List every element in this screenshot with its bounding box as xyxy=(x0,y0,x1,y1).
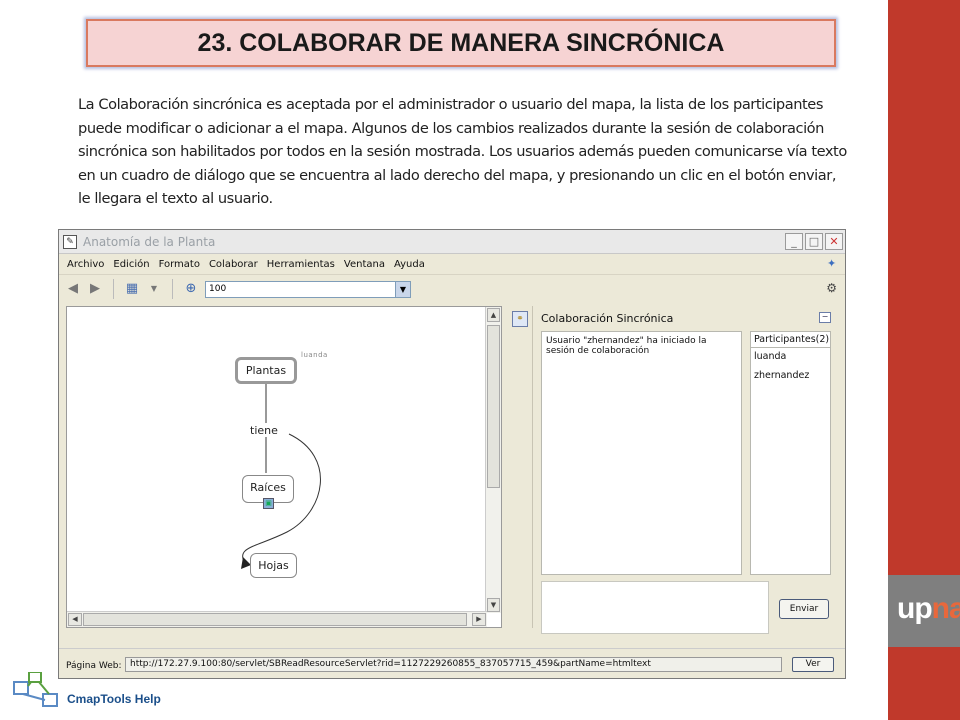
zoom-icon[interactable]: ⊕ xyxy=(183,281,199,297)
message-input[interactable] xyxy=(541,581,769,634)
participants-header: Participantes(2) xyxy=(751,332,830,348)
cmaptools-logo: CmapTools Help xyxy=(13,672,163,716)
app-icon: ✎ xyxy=(63,234,77,249)
panel-strip: ⚭ xyxy=(509,306,533,628)
minimize-button[interactable]: _ xyxy=(785,233,803,250)
menu-colaborar[interactable]: Colaborar xyxy=(209,259,258,270)
collaboration-icon[interactable]: ⚭ xyxy=(512,311,528,327)
participant-item[interactable]: zhernandez xyxy=(751,362,830,381)
scroll-up-icon[interactable]: ▲ xyxy=(487,308,500,322)
menu-formato[interactable]: Formato xyxy=(159,259,200,270)
url-field[interactable]: http://172.27.9.100:80/servlet/SBReadRes… xyxy=(125,657,782,672)
scroll-thumb[interactable] xyxy=(83,613,467,626)
scroll-thumb[interactable] xyxy=(487,325,500,488)
status-bar: Página Web: http://172.27.9.100:80/servl… xyxy=(59,648,845,678)
cmaptools-logo-text: CmapTools Help xyxy=(67,692,161,706)
participants-list: Participantes(2) luanda zhernandez xyxy=(750,331,831,575)
forward-arrow-icon[interactable]: ▶ xyxy=(87,281,103,297)
collaboration-title: Colaboración Sincrónica xyxy=(541,312,674,325)
slide-title-box: 23. COLABORAR DE MANERA SINCRÓNICA xyxy=(86,19,836,67)
send-button[interactable]: Enviar xyxy=(779,599,829,619)
menu-ayuda[interactable]: Ayuda xyxy=(394,259,425,270)
link-phrase[interactable]: tiene xyxy=(250,424,278,437)
chat-log: Usuario "zhernandez" ha iniciado la sesi… xyxy=(541,331,742,575)
menu-archivo[interactable]: Archivo xyxy=(67,259,104,270)
concept-node-hojas[interactable]: Hojas xyxy=(250,553,297,578)
views-icon[interactable]: ▦ xyxy=(124,281,140,297)
map-canvas[interactable]: luanda Plantas tiene Raíces ▣ Hojas ▲ ▼ … xyxy=(66,306,502,628)
upna-logo: upna xyxy=(897,592,960,625)
zoom-select[interactable]: 100 ▼ xyxy=(205,280,411,298)
slide-title: 23. COLABORAR DE MANERA SINCRÓNICA xyxy=(197,28,725,57)
participant-item[interactable]: luanda xyxy=(751,348,830,362)
web-page-label: Página Web: xyxy=(66,661,122,671)
menu-herramientas[interactable]: Herramientas xyxy=(267,259,335,270)
window-titlebar[interactable]: ✎ Anatomía de la Planta _ □ ✕ xyxy=(59,230,845,254)
horizontal-scrollbar[interactable]: ◀ ▶ xyxy=(67,611,487,627)
menu-edicion[interactable]: Edición xyxy=(113,259,149,270)
cmap-network-icon xyxy=(13,672,58,707)
maximize-button[interactable]: □ xyxy=(805,233,823,250)
back-arrow-icon[interactable]: ◀ xyxy=(65,281,81,297)
menu-bar: Archivo Edición Formato Colaborar Herram… xyxy=(59,254,845,275)
scroll-down-icon[interactable]: ▼ xyxy=(487,598,500,612)
toolbar-divider xyxy=(113,279,114,299)
window-title: Anatomía de la Planta xyxy=(83,234,216,249)
toolbar-divider xyxy=(172,279,173,299)
collapse-panel-icon[interactable]: − xyxy=(819,312,831,323)
collaboration-panel: ⚭ Colaboración Sincrónica − Usuario "zhe… xyxy=(509,306,841,634)
view-button[interactable]: Ver xyxy=(792,657,834,672)
vertical-scrollbar[interactable]: ▲ ▼ xyxy=(485,307,501,613)
author-tag: luanda xyxy=(301,351,328,359)
toolbar: ◀ ▶ ▦ ▼ ⊕ 100 ▼ ⚙ xyxy=(59,275,845,303)
image-resource-icon[interactable]: ▣ xyxy=(263,498,274,509)
slide-paragraph: La Colaboración sincrónica es aceptada p… xyxy=(78,96,847,207)
concept-node-plantas[interactable]: Plantas xyxy=(235,357,297,384)
menu-ventana[interactable]: Ventana xyxy=(344,259,385,270)
help-icon[interactable]: ✦ xyxy=(827,258,839,270)
zoom-dropdown-arrow-icon[interactable]: ▼ xyxy=(395,281,410,297)
close-button[interactable]: ✕ xyxy=(825,233,843,250)
chevron-down-icon[interactable]: ▼ xyxy=(146,281,162,297)
cmap-window: ✎ Anatomía de la Planta _ □ ✕ Archivo Ed… xyxy=(58,229,846,679)
scroll-right-icon[interactable]: ▶ xyxy=(472,613,486,626)
tools-icon[interactable]: ⚙ xyxy=(826,281,837,295)
scroll-left-icon[interactable]: ◀ xyxy=(68,613,82,626)
